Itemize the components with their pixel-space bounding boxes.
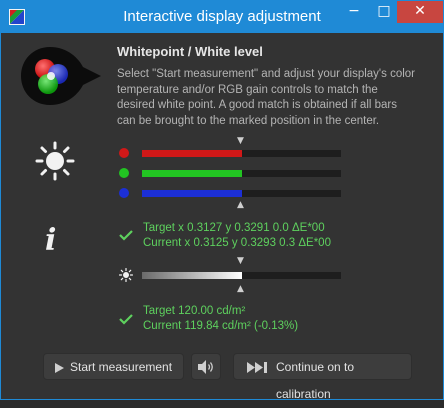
- section-heading: Whitepoint / White level: [117, 44, 263, 59]
- start-measurement-button[interactable]: Start measurement: [43, 353, 184, 380]
- blue-bar: [142, 190, 341, 197]
- green-bar: [142, 170, 341, 177]
- luminance-bar-fill: [142, 272, 242, 279]
- white-level-current: Current 119.84 cd/m² (-0.13%): [143, 320, 299, 332]
- close-button[interactable]: ✕: [397, 1, 443, 23]
- continue-calibration-button[interactable]: Continue on to calibration: [233, 353, 412, 401]
- red-dot: [119, 148, 129, 158]
- green-bar-fill: [142, 170, 242, 177]
- whitepoint-target: Target x 0.3127 y 0.3291 0.0 ΔE*00: [143, 222, 325, 234]
- green-dot: [119, 168, 129, 178]
- red-bar: [142, 150, 341, 157]
- sun-icon: [119, 268, 133, 282]
- sound-toggle-button[interactable]: [191, 353, 221, 380]
- blue-dot: [119, 188, 129, 198]
- maximize-button[interactable]: □: [369, 1, 399, 23]
- check-icon: [119, 314, 133, 325]
- instructions-text: Select "Start measurement" and adjust yo…: [117, 68, 416, 127]
- white-level-target: Target 120.00 cd/m²: [143, 305, 246, 317]
- whitepoint-current: Current x 0.3125 y 0.3293 0.3 ΔE*00: [143, 237, 331, 249]
- sound-icon: [198, 360, 213, 374]
- blue-bar-fill: [142, 190, 242, 197]
- window: Interactive display adjustment − □ ✕ Whi…: [0, 0, 444, 401]
- minimize-button[interactable]: −: [339, 1, 369, 23]
- center-marker-bottom: ▲: [237, 200, 244, 210]
- skip-forward-icon: [247, 362, 267, 373]
- luminance-bar: [142, 272, 341, 279]
- luminance-marker-bottom: ▲: [237, 284, 244, 294]
- center-marker-top: ▼: [237, 136, 244, 146]
- check-icon: [119, 230, 133, 241]
- info-icon: i: [45, 223, 57, 258]
- luminance-marker-top: ▼: [237, 256, 244, 266]
- titlebar[interactable]: Interactive display adjustment − □ ✕: [1, 1, 443, 33]
- sun-icon: [35, 141, 75, 181]
- start-measurement-label: Start measurement: [70, 360, 173, 374]
- red-bar-fill: [142, 150, 242, 157]
- rgb-logo-icon: [21, 47, 101, 105]
- play-icon: [55, 363, 64, 373]
